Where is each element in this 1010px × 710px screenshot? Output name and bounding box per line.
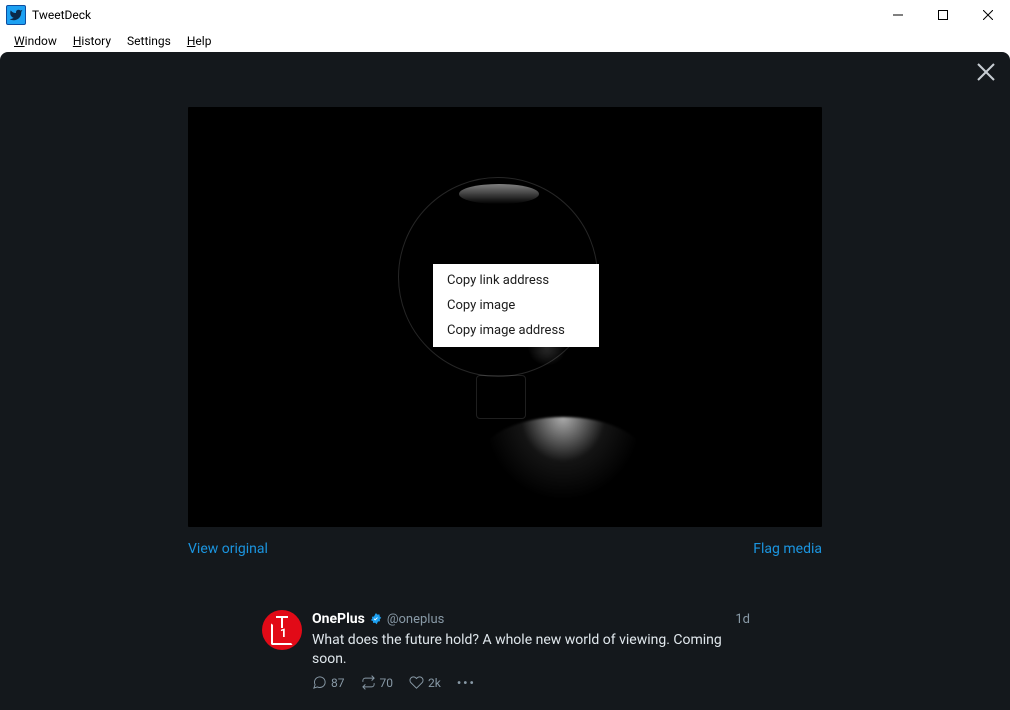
maximize-button[interactable]: [920, 0, 965, 30]
verified-badge-icon: [369, 612, 383, 626]
crystal-ball-stand: [476, 375, 526, 419]
app-icon: [6, 5, 26, 25]
tweet-actions: 87 70 2k •••: [312, 675, 752, 691]
like-count: 2k: [428, 675, 441, 691]
heart-icon: [409, 675, 424, 690]
tweet-author-name[interactable]: OnePlus: [312, 610, 365, 629]
media-container: Copy link address Copy image Copy image …: [188, 107, 822, 557]
minimize-button[interactable]: [875, 0, 920, 30]
media-links: View original Flag media: [188, 541, 822, 557]
oneplus-logo-number: 1: [280, 626, 287, 640]
menu-help[interactable]: Help: [179, 32, 220, 50]
menu-window[interactable]: Window: [6, 32, 65, 50]
reply-icon: [312, 675, 327, 690]
close-icon: [976, 62, 996, 82]
tweet-timestamp[interactable]: 1d: [735, 611, 752, 629]
titlebar-left: TweetDeck: [0, 5, 91, 25]
tweet-author-handle[interactable]: @oneplus: [387, 611, 445, 629]
retweet-button[interactable]: 70: [361, 675, 394, 691]
more-actions-button[interactable]: •••: [457, 675, 476, 691]
like-button[interactable]: 2k: [409, 675, 441, 691]
content-area: Copy link address Copy image Copy image …: [0, 52, 1010, 710]
tweet-header: OnePlus @oneplus 1d: [312, 610, 752, 629]
tweet-card: 1 OnePlus @oneplus 1d What does the futu…: [262, 610, 752, 691]
window-controls: [875, 0, 1010, 30]
context-menu: Copy link address Copy image Copy image …: [433, 264, 599, 347]
reply-count: 87: [331, 675, 345, 691]
retweet-icon: [361, 675, 376, 690]
menu-history[interactable]: History: [65, 32, 119, 50]
ctx-copy-link-address[interactable]: Copy link address: [433, 268, 599, 293]
view-original-link[interactable]: View original: [188, 541, 268, 557]
tweet-body: OnePlus @oneplus 1d What does the future…: [312, 610, 752, 691]
ctx-copy-image[interactable]: Copy image: [433, 293, 599, 318]
close-overlay-button[interactable]: [976, 62, 996, 88]
flag-media-link[interactable]: Flag media: [753, 541, 822, 557]
menu-settings[interactable]: Settings: [119, 32, 179, 50]
maximize-icon: [938, 10, 948, 20]
titlebar: TweetDeck: [0, 0, 1010, 30]
avatar[interactable]: 1: [262, 610, 302, 650]
minimize-icon: [893, 10, 903, 20]
menubar: Window History Settings Help: [0, 30, 1010, 52]
ctx-copy-image-address[interactable]: Copy image address: [433, 318, 599, 343]
twitter-bird-icon: [9, 8, 23, 22]
close-window-button[interactable]: [965, 0, 1010, 30]
close-icon: [983, 10, 993, 20]
floor-light-glow: [478, 417, 648, 507]
window-title: TweetDeck: [32, 8, 91, 22]
tweet-text: What does the future hold? A whole new w…: [312, 631, 752, 669]
reply-button[interactable]: 87: [312, 675, 345, 691]
media-image[interactable]: Copy link address Copy image Copy image …: [188, 107, 822, 527]
retweet-count: 70: [380, 675, 394, 691]
